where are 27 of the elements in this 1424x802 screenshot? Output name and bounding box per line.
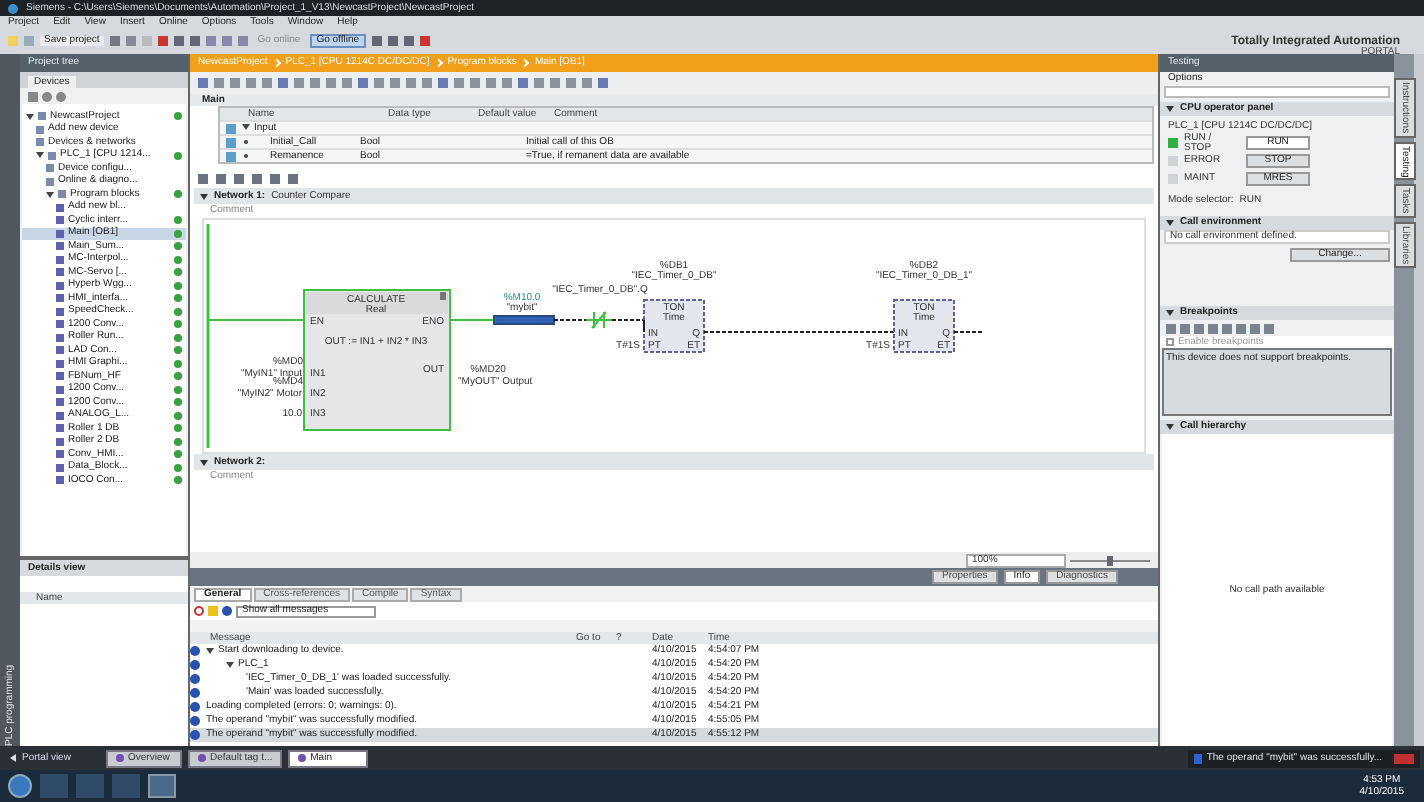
- start-button[interactable]: [8, 774, 32, 798]
- expand-arrow-icon[interactable]: [1166, 310, 1174, 316]
- info-filter-icon[interactable]: [222, 606, 232, 616]
- expand-arrow-icon[interactable]: [226, 662, 234, 668]
- chevron-icon: [521, 58, 531, 68]
- chevron-icon: [434, 58, 443, 68]
- error-filter-icon[interactable]: [194, 606, 204, 616]
- timer-box[interactable]: [893, 299, 955, 353]
- status-indicator-icon: [1394, 753, 1414, 763]
- options-field[interactable]: [1164, 86, 1390, 98]
- zoom-slider-thumb[interactable]: [1107, 555, 1113, 565]
- calculate-box[interactable]: [303, 289, 451, 431]
- chevron-icon: [272, 58, 281, 68]
- forward-icon[interactable]: [56, 91, 66, 101]
- back-icon[interactable]: [42, 91, 52, 101]
- timer-box[interactable]: [643, 299, 705, 353]
- expand-arrow-icon[interactable]: [200, 459, 208, 465]
- expand-arrow-icon[interactable]: [206, 648, 214, 654]
- arrow-icon: [10, 754, 16, 762]
- toolbar-icon[interactable]: [28, 91, 38, 101]
- expand-arrow-icon[interactable]: [200, 193, 208, 199]
- info-icon: [1194, 753, 1203, 763]
- checkbox[interactable]: [1166, 338, 1174, 346]
- contact-symbol[interactable]: [585, 311, 613, 329]
- taskbar-icon[interactable]: [148, 774, 176, 798]
- expand-arrow-icon[interactable]: [1166, 106, 1174, 112]
- app-icon: [8, 3, 18, 13]
